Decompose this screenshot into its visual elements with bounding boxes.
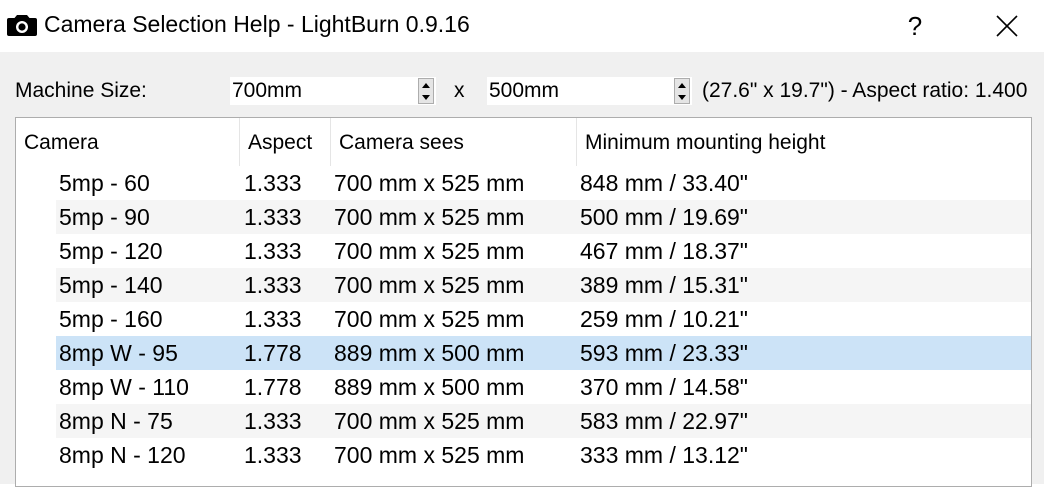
- arrow-down-icon: [422, 94, 430, 100]
- camera-icon: [7, 15, 37, 36]
- cell-min-height: 583 mm / 22.97": [580, 408, 748, 434]
- cell-camera: 8mp N - 75: [59, 408, 173, 434]
- table-row[interactable]: 5mp - 90 1.333 700 mm x 525 mm 500 mm / …: [56, 200, 1031, 234]
- table-header: Camera Aspect Camera sees Minimum mounti…: [16, 118, 1031, 166]
- arrow-up-icon: [678, 82, 686, 88]
- cell-aspect: 1.333: [244, 272, 302, 298]
- machine-width-up-button[interactable]: [419, 79, 433, 91]
- table-row[interactable]: 8mp W - 110 1.778 889 mm x 500 mm 370 mm…: [56, 370, 1031, 404]
- cell-camera: 5mp - 160: [59, 306, 163, 332]
- machine-height-stepper[interactable]: [674, 78, 690, 104]
- table-row[interactable]: 8mp N - 120 1.333 700 mm x 525 mm 333 mm…: [56, 438, 1031, 472]
- cell-aspect: 1.778: [244, 340, 302, 366]
- machine-width-stepper[interactable]: [418, 78, 434, 104]
- table-row[interactable]: 5mp - 140 1.333 700 mm x 525 mm 389 mm /…: [56, 268, 1031, 302]
- machine-height-spinbox[interactable]: [486, 76, 693, 106]
- cell-aspect: 1.333: [244, 442, 302, 468]
- cell-camera: 5mp - 140: [59, 272, 163, 298]
- cell-camera-sees: 700 mm x 525 mm: [334, 272, 525, 298]
- cell-aspect: 1.333: [244, 306, 302, 332]
- cell-aspect: 1.333: [244, 238, 302, 264]
- cell-min-height: 370 mm / 14.58": [580, 374, 748, 400]
- cell-camera: 8mp W - 110: [59, 374, 189, 400]
- cell-aspect: 1.778: [244, 374, 302, 400]
- machine-height-input[interactable]: [489, 77, 659, 105]
- help-button[interactable]: ?: [892, 0, 938, 52]
- window-title: Camera Selection Help - LightBurn 0.9.16: [44, 11, 470, 37]
- cell-min-height: 389 mm / 15.31": [580, 272, 748, 298]
- cell-min-height: 593 mm / 23.33": [580, 340, 748, 366]
- cell-camera-sees: 700 mm x 525 mm: [334, 204, 525, 230]
- cell-camera-sees: 700 mm x 525 mm: [334, 238, 525, 264]
- column-header-minimum-mounting-height[interactable]: Minimum mounting height: [577, 118, 1031, 166]
- cell-aspect: 1.333: [244, 170, 302, 196]
- cell-min-height: 467 mm / 18.37": [580, 238, 748, 264]
- cell-camera-sees: 700 mm x 525 mm: [334, 170, 525, 196]
- table-row[interactable]: 8mp N - 75 1.333 700 mm x 525 mm 583 mm …: [56, 404, 1031, 438]
- cell-camera: 8mp W - 95: [59, 340, 178, 366]
- cell-min-height: 333 mm / 13.12": [580, 442, 748, 468]
- cell-aspect: 1.333: [244, 204, 302, 230]
- camera-table[interactable]: Camera Aspect Camera sees Minimum mounti…: [15, 117, 1032, 487]
- machine-height-up-button[interactable]: [675, 79, 689, 91]
- close-icon: [996, 15, 1018, 37]
- dialog-body: Machine Size: x (27.6" x 19.7") - Aspect…: [0, 52, 1044, 487]
- arrow-up-icon: [422, 82, 430, 88]
- cell-camera-sees: 700 mm x 525 mm: [334, 408, 525, 434]
- table-row[interactable]: 5mp - 160 1.333 700 mm x 525 mm 259 mm /…: [56, 302, 1031, 336]
- close-button[interactable]: [984, 0, 1030, 52]
- machine-size-label: Machine Size:: [15, 79, 147, 102]
- aspect-ratio-info: (27.6" x 19.7") - Aspect ratio: 1.400: [702, 79, 1028, 102]
- cell-min-height: 848 mm / 33.40": [580, 170, 748, 196]
- column-header-camera[interactable]: Camera: [16, 118, 240, 166]
- machine-width-down-button[interactable]: [419, 91, 433, 103]
- table-row[interactable]: 5mp - 60 1.333 700 mm x 525 mm 848 mm / …: [56, 166, 1031, 200]
- cell-camera: 8mp N - 120: [59, 442, 186, 468]
- cell-min-height: 259 mm / 10.21": [580, 306, 748, 332]
- column-header-aspect[interactable]: Aspect: [240, 118, 331, 166]
- size-separator: x: [454, 79, 465, 102]
- cell-camera-sees: 700 mm x 525 mm: [334, 306, 525, 332]
- arrow-down-icon: [678, 94, 686, 100]
- table-row-selected[interactable]: 8mp W - 95 1.778 889 mm x 500 mm 593 mm …: [56, 336, 1031, 370]
- cell-camera: 5mp - 120: [59, 238, 163, 264]
- help-glyph: ?: [907, 10, 923, 41]
- table-row[interactable]: 5mp - 120 1.333 700 mm x 525 mm 467 mm /…: [56, 234, 1031, 268]
- cell-camera-sees: 889 mm x 500 mm: [334, 340, 525, 366]
- machine-height-down-button[interactable]: [675, 91, 689, 103]
- cell-camera-sees: 700 mm x 525 mm: [334, 442, 525, 468]
- cell-min-height: 500 mm / 19.69": [580, 204, 748, 230]
- cell-camera-sees: 889 mm x 500 mm: [334, 374, 525, 400]
- cell-camera: 5mp - 90: [59, 204, 150, 230]
- machine-width-spinbox[interactable]: [229, 76, 437, 106]
- title-bar[interactable]: Camera Selection Help - LightBurn 0.9.16…: [0, 0, 1044, 52]
- cell-camera: 5mp - 60: [59, 170, 150, 196]
- cell-aspect: 1.333: [244, 408, 302, 434]
- column-header-camera-sees[interactable]: Camera sees: [331, 118, 577, 166]
- machine-width-input[interactable]: [232, 77, 402, 105]
